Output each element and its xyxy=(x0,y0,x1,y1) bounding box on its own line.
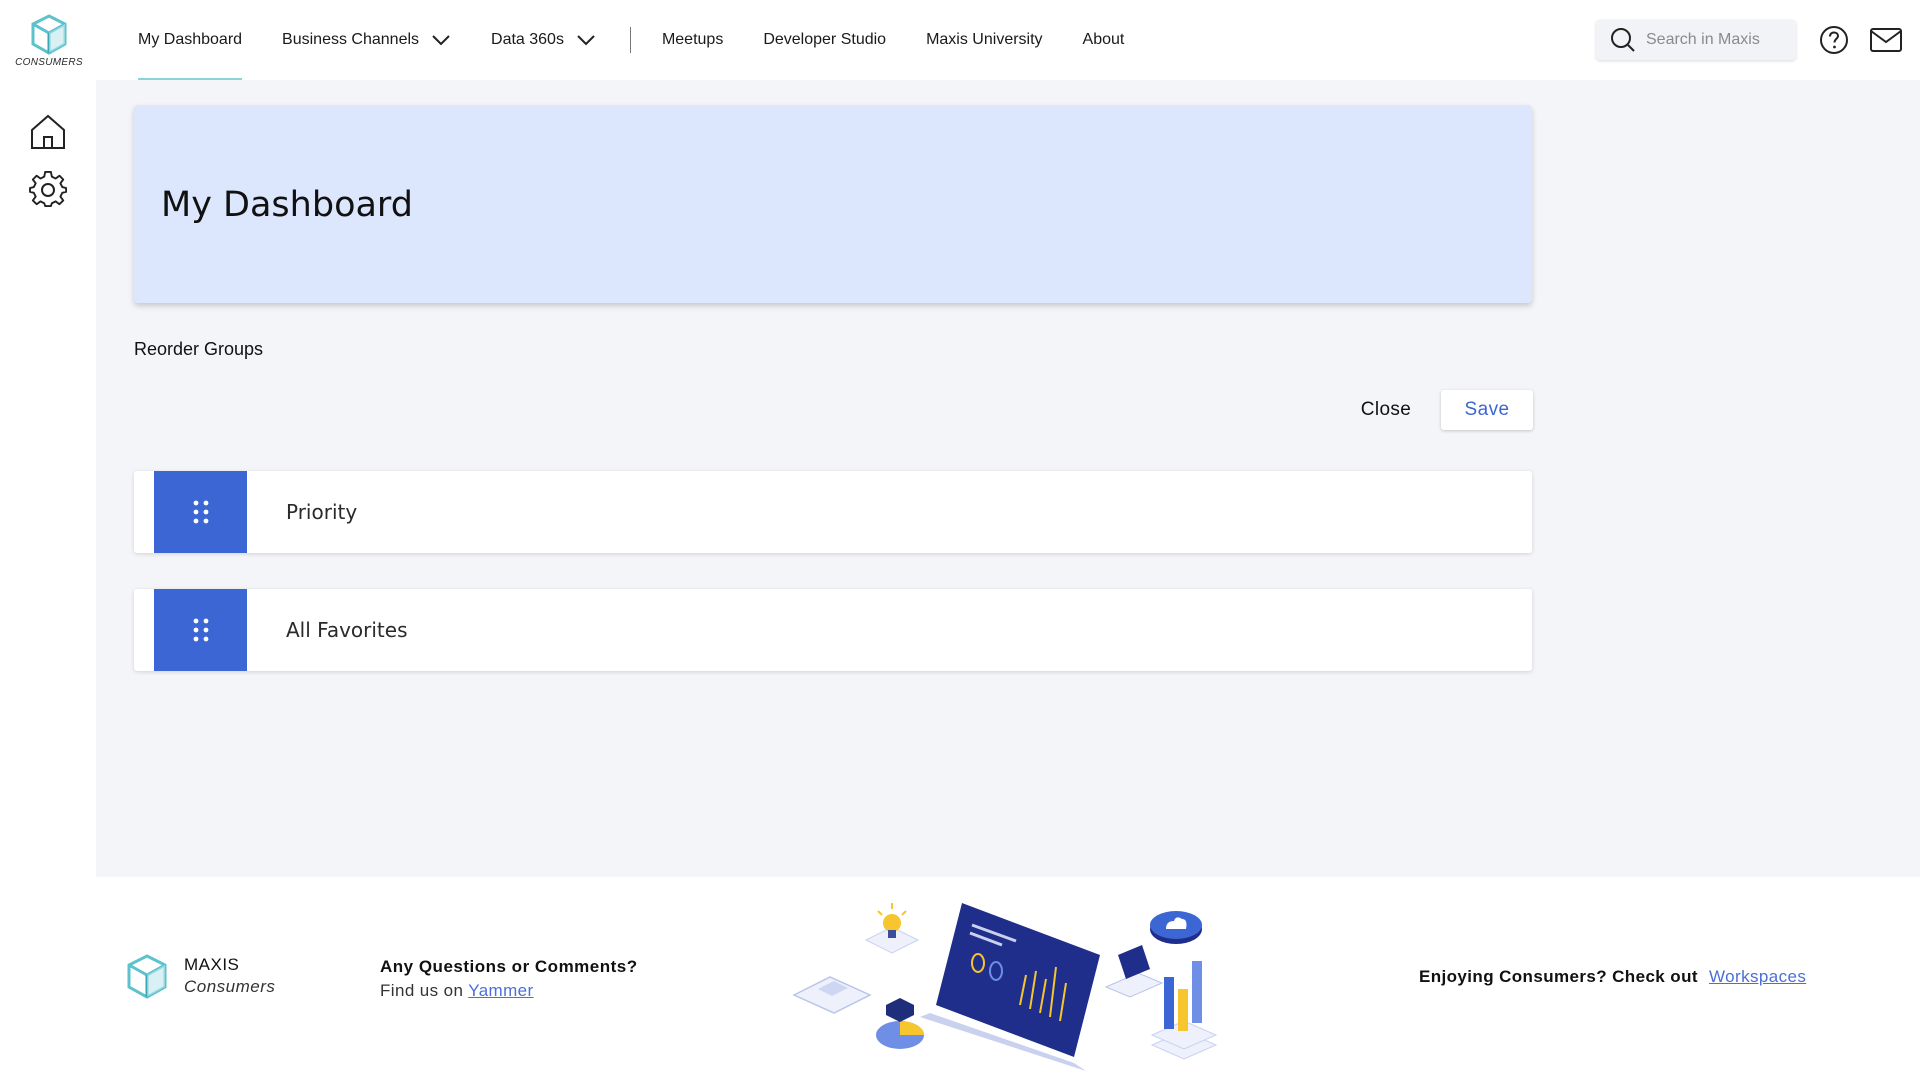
reorder-groups-title: Reorder Groups xyxy=(134,339,264,359)
nav-developer-studio[interactable]: Developer Studio xyxy=(763,0,886,80)
workspaces-promo: Enjoying Consumers? Check out Workspaces xyxy=(1419,967,1806,987)
nav-label: Meetups xyxy=(661,31,724,48)
footer-questions: Any Questions or Comments? Find us on Ya… xyxy=(380,957,638,1001)
chevron-down-icon xyxy=(432,35,450,46)
drag-handle[interactable] xyxy=(154,589,247,671)
nav-business-channels[interactable]: Business Channels xyxy=(282,0,451,80)
nav-my-dashboard[interactable]: My Dashboard xyxy=(138,0,243,80)
left-rail xyxy=(0,80,96,877)
consumers-logo[interactable]: CONSUMERS xyxy=(14,14,84,72)
nav-maxis-university[interactable]: Maxis University xyxy=(926,0,1042,80)
gear-icon[interactable] xyxy=(29,171,67,209)
drag-handle[interactable] xyxy=(154,471,247,553)
dashboard-illustration xyxy=(792,903,1218,1071)
main-content: My Dashboard Reorder Groups Close Save P… xyxy=(96,80,1920,877)
search-icon xyxy=(1611,28,1635,52)
workspaces-link[interactable]: Workspaces xyxy=(1709,967,1806,986)
save-button[interactable]: Save xyxy=(1441,390,1533,430)
brand-subtitle: Consumers xyxy=(184,977,276,996)
footer-brand: MAXIS Consumers xyxy=(184,955,275,997)
help-icon[interactable] xyxy=(1818,24,1850,56)
group-row-priority[interactable]: Priority xyxy=(134,471,1532,553)
nav-label: Business Channels xyxy=(282,31,420,48)
top-navigation: CONSUMERS My Dashboard Business Channels… xyxy=(0,0,1920,80)
mail-icon[interactable] xyxy=(1869,24,1903,56)
nav-label: Maxis University xyxy=(926,31,1043,48)
maxis-logo-icon xyxy=(127,954,167,999)
page-title: My Dashboard xyxy=(161,185,413,225)
group-label: Priority xyxy=(286,500,358,524)
search-box[interactable] xyxy=(1596,20,1796,60)
nav-label: Data 360s xyxy=(491,31,564,48)
nav-meetups[interactable]: Meetups xyxy=(662,0,723,80)
main-nav: My Dashboard Business Channels Data 360s… xyxy=(138,0,1164,80)
search-input[interactable] xyxy=(1646,31,1786,49)
logo-text: CONSUMERS xyxy=(15,57,83,68)
nav-label: My Dashboard xyxy=(138,31,243,48)
yammer-link[interactable]: Yammer xyxy=(468,981,533,1000)
nav-about[interactable]: About xyxy=(1083,0,1125,80)
nav-divider xyxy=(629,27,631,53)
home-icon[interactable] xyxy=(29,113,67,151)
nav-label: About xyxy=(1082,31,1125,48)
find-us-text: Find us on Yammer xyxy=(380,981,638,1001)
group-row-all-favorites[interactable]: All Favorites xyxy=(134,589,1532,671)
find-us-label: Find us on xyxy=(380,981,464,1000)
cube-logo-icon xyxy=(31,14,67,55)
drag-handle-icon xyxy=(193,618,208,642)
group-label: All Favorites xyxy=(286,618,408,642)
brand-name: MAXIS xyxy=(184,955,240,974)
dashboard-banner: My Dashboard xyxy=(134,105,1532,303)
drag-handle-icon xyxy=(193,500,208,524)
nav-label: Developer Studio xyxy=(763,31,887,48)
footer: MAXIS Consumers Any Questions or Comment… xyxy=(96,877,1920,1077)
questions-heading: Any Questions or Comments? xyxy=(380,957,638,976)
chevron-down-icon xyxy=(577,35,595,46)
enjoying-text: Enjoying Consumers? Check out xyxy=(1419,967,1698,986)
close-button[interactable]: Close xyxy=(1336,390,1436,430)
nav-data-360s[interactable]: Data 360s xyxy=(491,0,596,80)
